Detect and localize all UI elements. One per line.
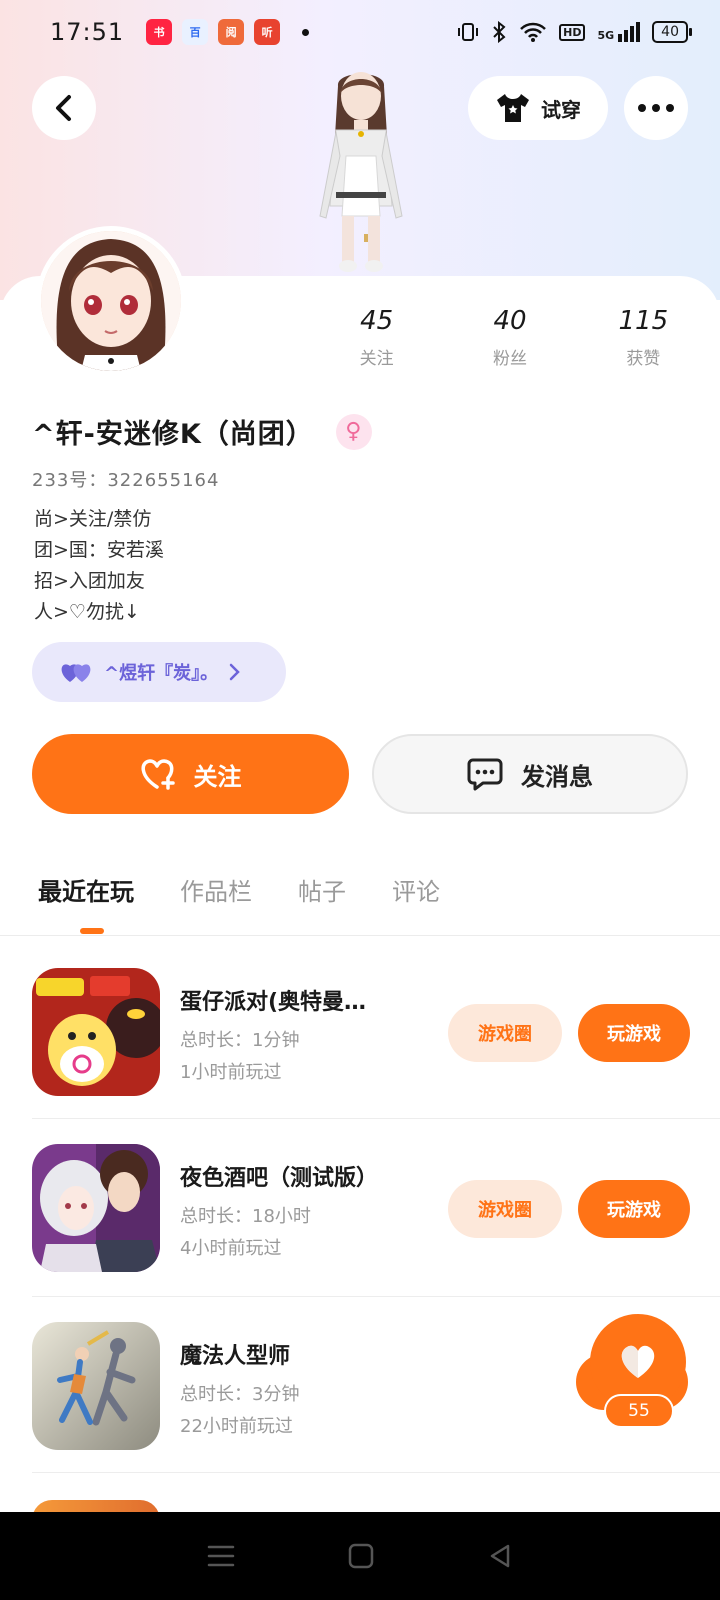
game-icon-night-bar[interactable] <box>32 1144 160 1272</box>
following-count: 45 <box>360 306 394 336</box>
game-circle-button[interactable]: 游戏圈 <box>448 1004 562 1062</box>
more-notifications-dot <box>302 28 310 36</box>
try-on-label: 试穿 <box>541 97 581 122</box>
vibrate-icon <box>458 23 479 41</box>
profile-bio: 尚>关注/禁仿 团>国：安若溪 招>入团加友 人>♡勿扰↓ <box>34 504 164 628</box>
guild-badge[interactable]: ^煜轩『炭』。 <box>32 642 286 702</box>
profile-tabs: 最近在玩 作品栏 帖子 评论 <box>38 872 440 907</box>
notification-icons: 书 百 阅 听 <box>146 19 310 45</box>
system-nav-bar <box>0 1512 720 1600</box>
baidu-app-icon: 百 <box>182 19 209 45</box>
game-circle-button[interactable]: 游戏圈 <box>448 1180 562 1238</box>
chevron-right-icon <box>229 663 240 681</box>
wifi-icon <box>520 22 547 42</box>
floating-like-button[interactable]: 55 <box>576 1314 688 1432</box>
tab-recently-played[interactable]: 最近在玩 <box>38 872 134 907</box>
game-playtime: 总时长：3分钟 <box>180 1384 300 1405</box>
game-last-played: 4小时前玩过 <box>180 1238 282 1259</box>
like-count: 55 <box>604 1394 674 1428</box>
tab-works[interactable]: 作品栏 <box>180 872 252 907</box>
status-bar: 17:51 书 百 阅 听 HD 5G 40 <box>0 0 720 64</box>
bio-line: 招>入团加友 <box>34 570 145 592</box>
game-playtime: 总时长：18小时 <box>180 1206 311 1227</box>
profile-nickname: ^轩-安迷修K（尚团） ♀ <box>32 412 372 451</box>
following-label: 关注 <box>359 349 394 369</box>
bio-line: 人>♡勿扰↓ <box>34 601 140 623</box>
home-square-icon[interactable] <box>347 1542 375 1570</box>
avatar-portrait <box>41 231 181 371</box>
tabs-divider <box>0 935 720 936</box>
likes-label: 获赞 <box>626 349 661 369</box>
more-options-button[interactable] <box>624 76 688 140</box>
double-heart-icon <box>61 664 91 682</box>
battery-indicator: 40 <box>652 21 692 43</box>
likes-stat[interactable]: 115 获赞 <box>577 306 710 369</box>
more-dots-icon <box>638 104 674 112</box>
profile-stats: 45 关注 40 粉丝 115 获赞 <box>310 306 710 369</box>
play-game-button[interactable]: 玩游戏 <box>578 1180 690 1238</box>
send-message-button[interactable]: 发消息 <box>372 734 688 814</box>
game-title: 夜色酒吧（测试版） <box>180 1166 379 1191</box>
send-message-label: 发消息 <box>521 762 593 791</box>
row-divider <box>32 1296 720 1297</box>
heart-icon <box>621 1345 655 1378</box>
followers-label: 粉丝 <box>492 349 527 369</box>
nickname-text: ^轩-安迷修K（尚团） <box>32 419 314 450</box>
likes-count: 115 <box>618 306 669 336</box>
back-triangle-icon[interactable] <box>486 1542 514 1570</box>
chevron-left-icon <box>56 95 71 121</box>
back-button[interactable] <box>32 76 96 140</box>
active-tab-indicator <box>80 928 104 934</box>
bio-line: 团>国：安若溪 <box>34 539 164 561</box>
tab-comments[interactable]: 评论 <box>392 872 440 907</box>
female-icon: ♀ <box>335 413 372 450</box>
status-icons: HD 5G 40 <box>457 21 692 43</box>
list-item[interactable]: 蛋仔派对(奥特曼… 总时长：1分钟 1小时前玩过 游戏圈 玩游戏 <box>32 968 690 1098</box>
game-icon-eggy-party[interactable] <box>32 968 160 1096</box>
follow-label: 关注 <box>193 762 242 791</box>
play-game-button[interactable]: 玩游戏 <box>578 1004 690 1062</box>
bluetooth-icon <box>493 21 506 43</box>
chat-bubble-icon <box>467 758 503 791</box>
hd-badge: HD <box>559 23 586 41</box>
try-on-button[interactable]: 试穿 <box>468 76 608 140</box>
following-stat[interactable]: 45 关注 <box>310 306 443 369</box>
guild-name: ^煜轩『炭』。 <box>104 663 219 684</box>
row-divider <box>32 1118 720 1119</box>
game-last-played: 22小时前玩过 <box>180 1416 293 1437</box>
list-item[interactable]: 夜色酒吧（测试版） 总时长：18小时 4小时前玩过 游戏圈 玩游戏 <box>32 1144 690 1274</box>
menu-icon[interactable] <box>206 1543 236 1569</box>
game-icon-magic-puppeteer[interactable] <box>32 1322 160 1450</box>
heart-plus-icon <box>141 759 175 790</box>
follow-button[interactable]: 关注 <box>32 734 349 814</box>
followers-stat[interactable]: 40 粉丝 <box>443 306 576 369</box>
network-type: 5G <box>597 29 615 42</box>
avatar-3d-figure[interactable] <box>296 66 426 276</box>
user-id[interactable]: 233号：322655164 <box>32 466 219 492</box>
followers-count: 40 <box>493 306 527 336</box>
bio-line: 尚>关注/禁仿 <box>34 508 152 530</box>
row-divider <box>32 1472 720 1473</box>
status-time: 17:51 <box>50 18 125 46</box>
game-title: 蛋仔派对(奥特曼… <box>180 990 367 1015</box>
game-last-played: 1小时前玩过 <box>180 1062 282 1083</box>
game-playtime: 总时长：1分钟 <box>180 1030 300 1051</box>
reader-app-icon: 阅 <box>218 19 245 45</box>
profile-avatar[interactable] <box>36 226 186 376</box>
ting-app-icon: 听 <box>254 19 281 45</box>
game-title: 魔法人型师 <box>180 1344 291 1369</box>
tab-posts[interactable]: 帖子 <box>298 872 346 907</box>
xiaohongshu-app-icon: 书 <box>146 19 173 45</box>
shirt-icon <box>497 94 529 122</box>
signal-icon: 5G <box>597 22 641 42</box>
